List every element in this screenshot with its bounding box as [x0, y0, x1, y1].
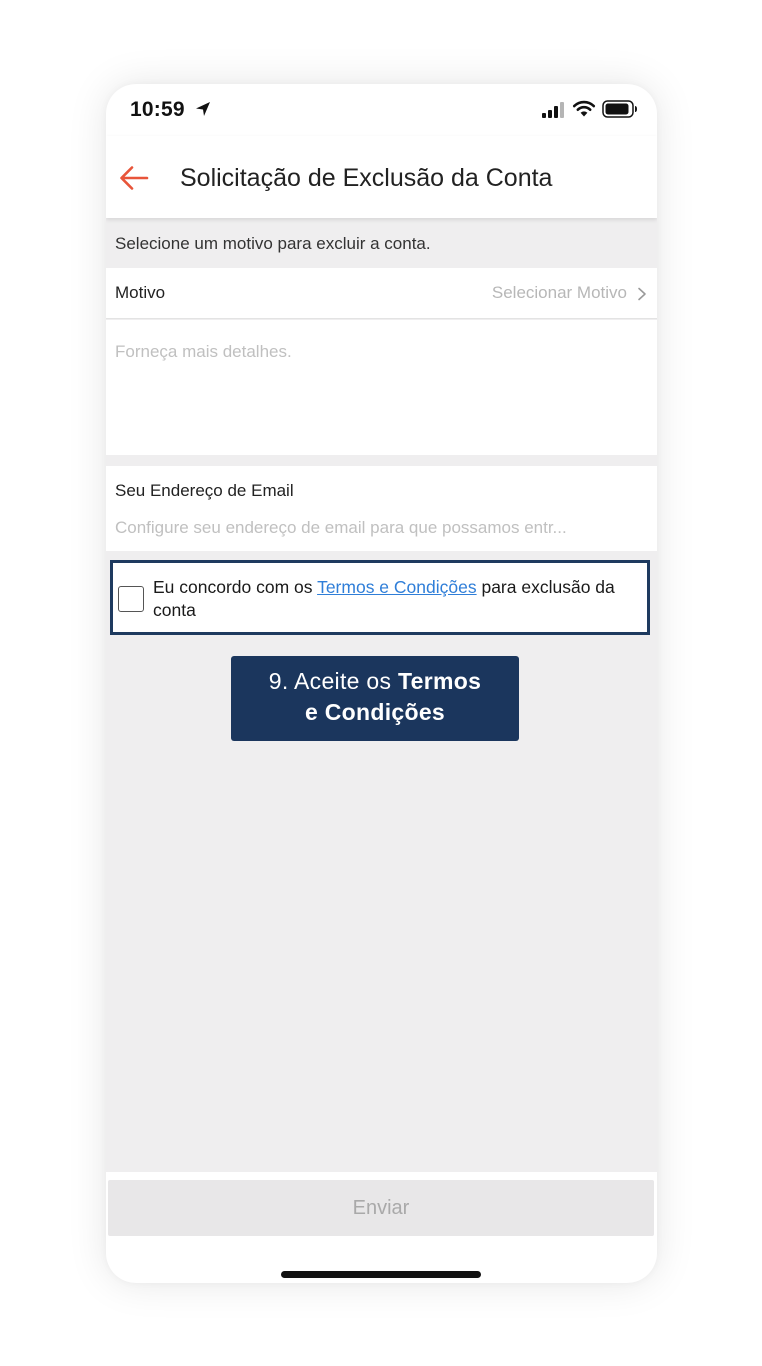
page-title: Solicitação de Exclusão da Conta — [180, 164, 553, 192]
terms-link[interactable]: Termos e Condições — [317, 577, 477, 597]
cellular-signal-icon — [542, 102, 564, 118]
callout-bold-terms: Termos — [398, 668, 482, 694]
location-arrow-icon — [196, 102, 210, 116]
email-input[interactable] — [115, 516, 645, 540]
reason-hint-text: Selecione um motivo para excluir a conta… — [115, 234, 431, 253]
reason-selector-row[interactable]: Motivo Selecionar Motivo — [106, 268, 657, 319]
terms-agreement-box: Eu concordo com os Termos e Condições pa… — [110, 560, 650, 635]
details-textarea[interactable] — [115, 342, 645, 442]
email-card: Seu Endereço de Email — [106, 466, 657, 551]
reason-select-value[interactable]: Selecionar Motivo — [492, 283, 627, 303]
step-callout: 9. Aceite os Termos e Condições — [231, 656, 519, 741]
submit-button[interactable]: Enviar — [108, 1180, 654, 1236]
wifi-icon — [572, 100, 596, 117]
callout-bold-conditions: e Condições — [304, 699, 446, 725]
back-arrow-icon[interactable] — [118, 164, 150, 192]
terms-text: Eu concordo com os Termos e Condições pa… — [153, 576, 645, 622]
details-card — [106, 320, 657, 455]
reason-label: Motivo — [115, 283, 166, 302]
chevron-right-icon — [638, 287, 646, 301]
phone-screen: 10:59 Solicitação de Exclusão da Conta S… — [106, 84, 657, 1283]
email-label: Seu Endereço de Email — [115, 481, 294, 500]
app-bar: Solicitação de Exclusão da Conta — [106, 136, 657, 218]
callout-prefix: 9. Aceite os — [268, 668, 398, 694]
status-time: 10:59 — [130, 98, 185, 121]
battery-icon — [602, 100, 637, 118]
status-bar: 10:59 — [106, 84, 657, 136]
home-indicator — [281, 1271, 481, 1278]
terms-checkbox[interactable] — [118, 586, 144, 612]
terms-prefix: Eu concordo com os — [153, 577, 318, 597]
